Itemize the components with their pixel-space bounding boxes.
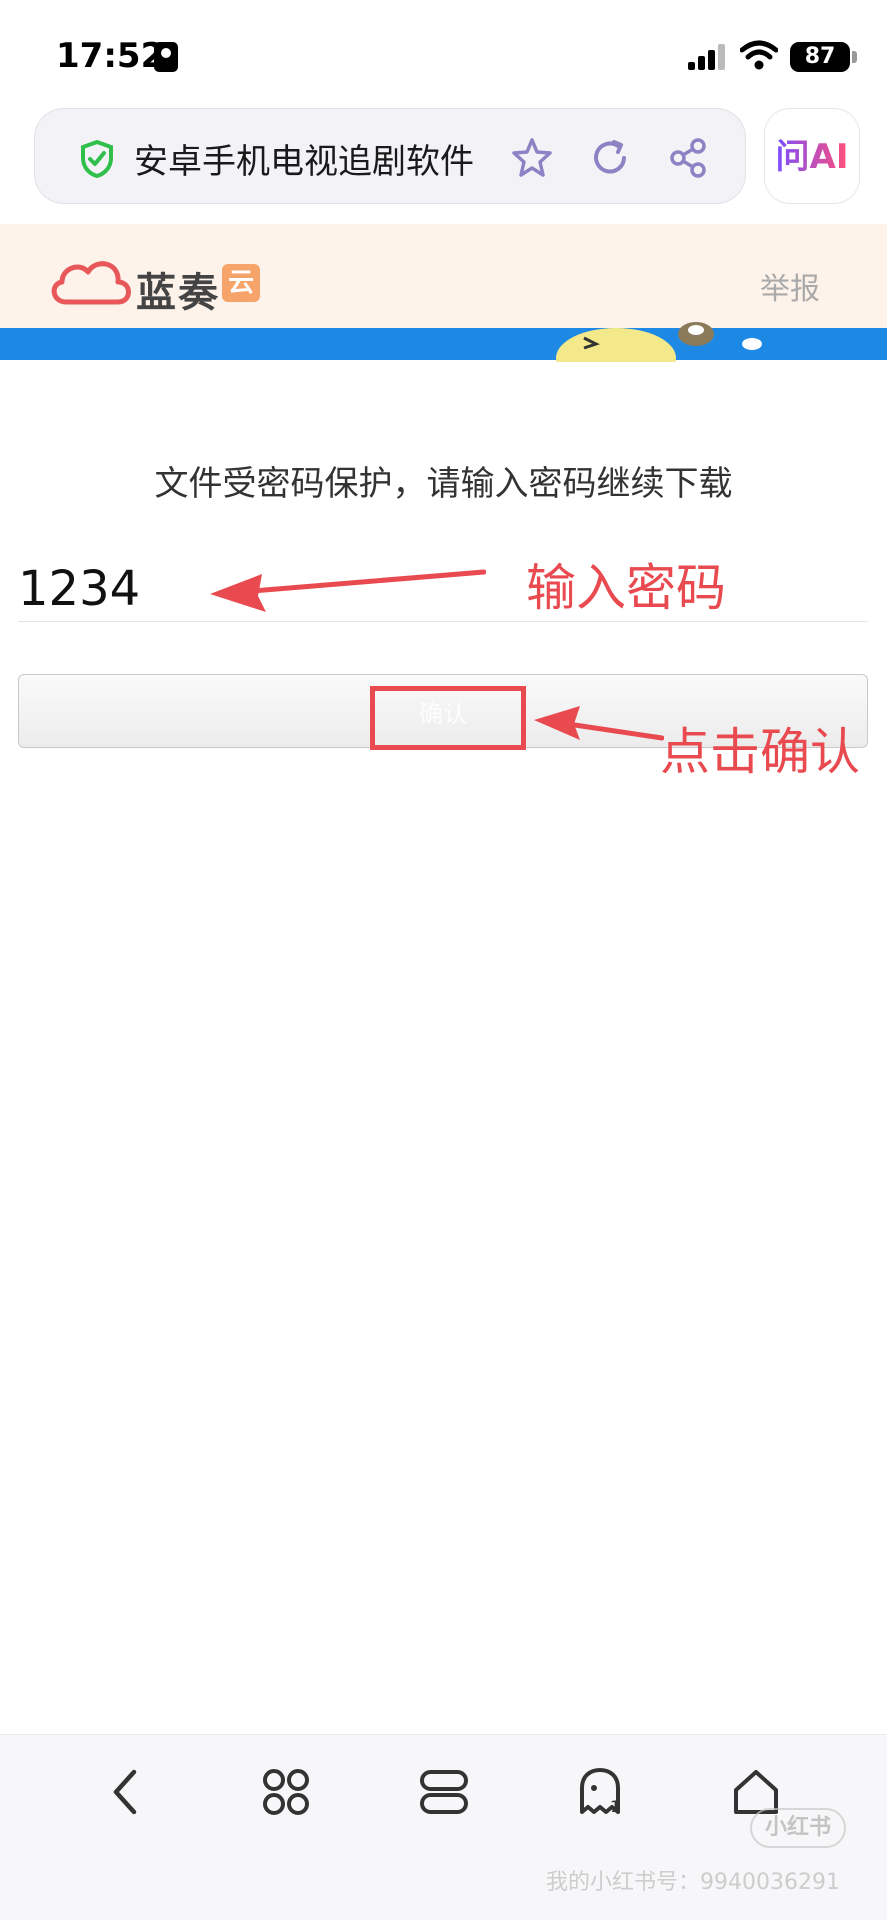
annotation-highlight-box <box>370 686 526 750</box>
watermark-badge: 小红书 <box>750 1808 846 1848</box>
battery-indicator: 87 <box>790 42 850 72</box>
cellular-signal-icon <box>688 44 725 70</box>
battery-tip <box>852 51 857 63</box>
cartoon-character-image <box>556 322 762 362</box>
cloud-logo-icon <box>51 261 131 305</box>
ask-ai-button[interactable]: 问AI <box>764 108 860 204</box>
back-icon[interactable] <box>100 1764 156 1820</box>
site-logo-badge: 云 <box>222 264 260 302</box>
annotation-click-hint: 点击确认 <box>660 723 860 781</box>
password-prompt: 文件受密码保护，请输入密码继续下载 <box>154 464 733 504</box>
annotation-arrow-icon <box>210 569 486 612</box>
status-time: 17:52 <box>56 36 165 76</box>
shield-icon <box>81 140 113 178</box>
wifi-icon <box>740 40 778 70</box>
reload-icon[interactable] <box>588 136 632 180</box>
annotation-input-hint: 输入密码 <box>526 559 726 617</box>
watermark-text: 我的小红书号：9940036291 <box>546 1870 840 1895</box>
bookmark-star-icon[interactable] <box>510 136 554 180</box>
apps-icon[interactable] <box>258 1764 314 1820</box>
tabs-icon[interactable] <box>416 1764 472 1820</box>
annotation-arrow-icon <box>534 706 664 741</box>
site-logo-text: 蓝奏 <box>136 270 220 316</box>
ghost-icon[interactable]: 1 <box>572 1764 628 1820</box>
share-icon[interactable] <box>666 136 710 180</box>
page-title[interactable]: 安卓手机电视追剧软件 <box>134 134 474 183</box>
contact-badge-icon <box>154 42 178 72</box>
report-link[interactable]: 举报 <box>760 264 820 308</box>
svg-text:1: 1 <box>610 1797 620 1816</box>
ask-ai-label: 问AI <box>775 137 849 177</box>
